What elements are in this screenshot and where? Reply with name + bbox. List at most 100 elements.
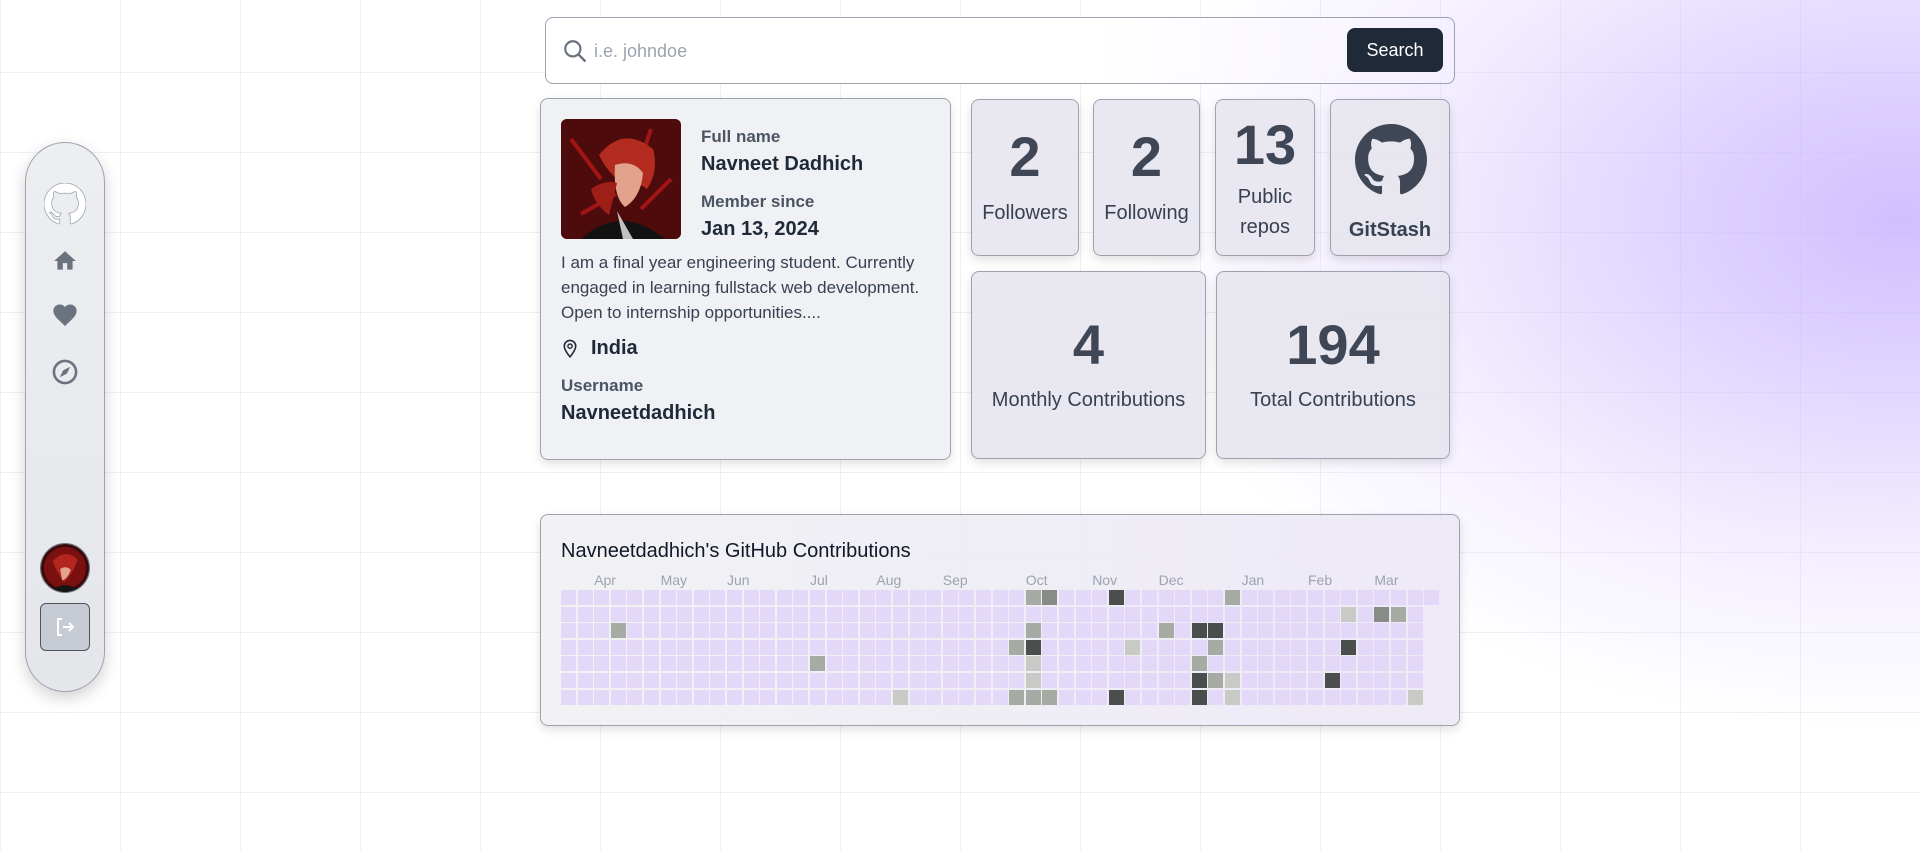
contribution-day[interactable] bbox=[942, 689, 958, 705]
contribution-day[interactable] bbox=[1274, 639, 1290, 655]
gitstash-brand-card[interactable]: GitStash bbox=[1330, 99, 1450, 256]
github-logo-icon[interactable] bbox=[44, 183, 86, 225]
contribution-day[interactable] bbox=[1042, 639, 1058, 655]
contribution-day[interactable] bbox=[1391, 689, 1406, 705]
contribution-day[interactable] bbox=[1407, 656, 1423, 672]
contribution-day[interactable] bbox=[826, 590, 842, 605]
contribution-day[interactable] bbox=[1075, 590, 1091, 605]
contribution-day[interactable] bbox=[1125, 656, 1141, 672]
contribution-day[interactable] bbox=[1025, 606, 1041, 622]
contribution-day[interactable] bbox=[1025, 639, 1041, 655]
contribution-day[interactable] bbox=[1042, 656, 1058, 672]
contribution-day[interactable] bbox=[743, 656, 759, 672]
contribution-day[interactable] bbox=[644, 673, 659, 688]
contribution-day[interactable] bbox=[1108, 590, 1124, 605]
contribution-day[interactable] bbox=[1009, 590, 1025, 605]
contribution-day[interactable] bbox=[876, 673, 892, 688]
contribution-day[interactable] bbox=[1324, 623, 1340, 639]
contribution-day[interactable] bbox=[1374, 606, 1390, 622]
contribution-day[interactable] bbox=[776, 639, 792, 655]
contribution-day[interactable] bbox=[727, 673, 742, 688]
contribution-day[interactable] bbox=[1092, 623, 1108, 639]
contribution-day[interactable] bbox=[1142, 606, 1157, 622]
contribution-day[interactable] bbox=[1025, 656, 1041, 672]
contribution-day[interactable] bbox=[1391, 590, 1406, 605]
contribution-day[interactable] bbox=[1274, 606, 1290, 622]
contribution-day[interactable] bbox=[577, 639, 593, 655]
contribution-day[interactable] bbox=[926, 689, 942, 705]
contribution-day[interactable] bbox=[992, 606, 1008, 622]
contribution-day[interactable] bbox=[710, 673, 726, 688]
contribution-day[interactable] bbox=[959, 689, 975, 705]
contribution-day[interactable] bbox=[1308, 606, 1323, 622]
contribution-day[interactable] bbox=[743, 590, 759, 605]
contribution-day[interactable] bbox=[594, 606, 610, 622]
contribution-day[interactable] bbox=[710, 656, 726, 672]
contribution-day[interactable] bbox=[959, 639, 975, 655]
contribution-day[interactable] bbox=[1142, 689, 1157, 705]
contribution-day[interactable] bbox=[610, 673, 626, 688]
contribution-day[interactable] bbox=[1274, 689, 1290, 705]
contribution-day[interactable] bbox=[1308, 689, 1323, 705]
contribution-day[interactable] bbox=[1241, 606, 1257, 622]
contribution-day[interactable] bbox=[793, 606, 809, 622]
contribution-day[interactable] bbox=[843, 590, 859, 605]
contribution-day[interactable] bbox=[610, 656, 626, 672]
contribution-day[interactable] bbox=[760, 656, 776, 672]
contribution-day[interactable] bbox=[909, 689, 925, 705]
search-button[interactable]: Search bbox=[1347, 28, 1443, 72]
contribution-day[interactable] bbox=[1175, 639, 1191, 655]
contribution-day[interactable] bbox=[1274, 656, 1290, 672]
contribution-day[interactable] bbox=[677, 656, 693, 672]
contribution-day[interactable] bbox=[1191, 590, 1207, 605]
contribution-day[interactable] bbox=[1225, 689, 1240, 705]
contribution-day[interactable] bbox=[1308, 590, 1323, 605]
contribution-day[interactable] bbox=[826, 673, 842, 688]
contribution-day[interactable] bbox=[843, 639, 859, 655]
contribution-day[interactable] bbox=[1108, 656, 1124, 672]
contribution-day[interactable] bbox=[577, 623, 593, 639]
contribution-day[interactable] bbox=[1191, 623, 1207, 639]
contribution-day[interactable] bbox=[1025, 673, 1041, 688]
contribution-day[interactable] bbox=[1391, 673, 1406, 688]
contribution-day[interactable] bbox=[610, 689, 626, 705]
contribution-day[interactable] bbox=[893, 673, 908, 688]
contribution-day[interactable] bbox=[826, 623, 842, 639]
contribution-day[interactable] bbox=[1059, 606, 1074, 622]
contribution-day[interactable] bbox=[594, 639, 610, 655]
contribution-day[interactable] bbox=[942, 673, 958, 688]
contribution-day[interactable] bbox=[644, 689, 659, 705]
contribution-day[interactable] bbox=[1009, 656, 1025, 672]
contribution-day[interactable] bbox=[1142, 673, 1157, 688]
contribution-day[interactable] bbox=[693, 590, 709, 605]
contribution-day[interactable] bbox=[976, 656, 991, 672]
contribution-day[interactable] bbox=[561, 656, 576, 672]
contribution-day[interactable] bbox=[826, 656, 842, 672]
contribution-day[interactable] bbox=[1142, 590, 1157, 605]
contribution-day[interactable] bbox=[710, 639, 726, 655]
contribution-day[interactable] bbox=[1191, 689, 1207, 705]
contribution-day[interactable] bbox=[1341, 656, 1357, 672]
contribution-day[interactable] bbox=[561, 639, 576, 655]
contribution-day[interactable] bbox=[644, 606, 659, 622]
contribution-day[interactable] bbox=[876, 623, 892, 639]
contribution-day[interactable] bbox=[1241, 656, 1257, 672]
contribution-day[interactable] bbox=[577, 590, 593, 605]
contribution-day[interactable] bbox=[1241, 590, 1257, 605]
contribution-day[interactable] bbox=[959, 623, 975, 639]
contribution-day[interactable] bbox=[859, 639, 875, 655]
contribution-day[interactable] bbox=[660, 590, 676, 605]
contribution-day[interactable] bbox=[992, 656, 1008, 672]
contribution-day[interactable] bbox=[1075, 656, 1091, 672]
contribution-day[interactable] bbox=[1341, 623, 1357, 639]
contribution-day[interactable] bbox=[942, 606, 958, 622]
contribution-day[interactable] bbox=[909, 656, 925, 672]
contribution-day[interactable] bbox=[1291, 639, 1307, 655]
contribution-day[interactable] bbox=[710, 689, 726, 705]
contribution-day[interactable] bbox=[992, 673, 1008, 688]
contribution-day[interactable] bbox=[1025, 689, 1041, 705]
contribution-day[interactable] bbox=[942, 590, 958, 605]
contribution-day[interactable] bbox=[859, 606, 875, 622]
contribution-day[interactable] bbox=[1341, 606, 1357, 622]
contribution-day[interactable] bbox=[893, 656, 908, 672]
